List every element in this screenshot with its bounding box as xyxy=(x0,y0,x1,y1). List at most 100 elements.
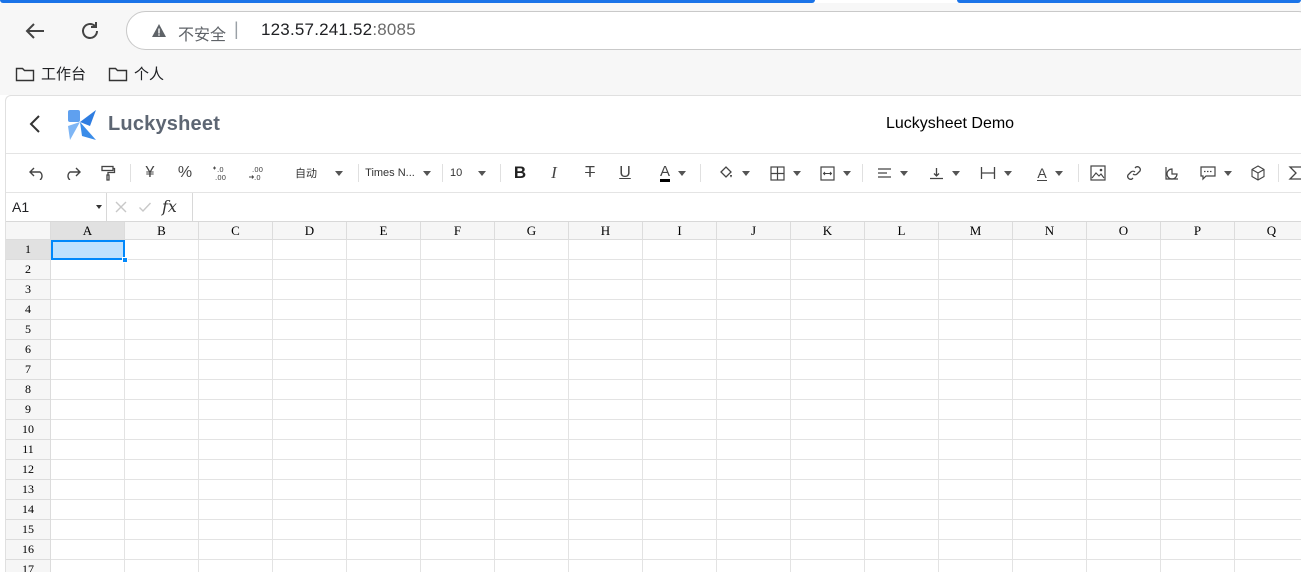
row-header[interactable]: 1 xyxy=(6,240,51,260)
fill-color-dropdown[interactable] xyxy=(712,154,756,192)
cell-area[interactable] xyxy=(51,240,1301,572)
column-header[interactable]: B xyxy=(125,222,199,240)
column-header[interactable]: C xyxy=(199,222,273,240)
column-header[interactable]: N xyxy=(1013,222,1087,240)
vertical-align-dropdown[interactable] xyxy=(924,154,964,192)
url-host: 123.57.241.52 xyxy=(261,20,373,39)
column-header[interactable]: K xyxy=(791,222,865,240)
insert-image-button[interactable] xyxy=(1086,154,1110,192)
formula-bar: A1 fx xyxy=(6,193,1301,222)
column-header[interactable]: A xyxy=(51,222,125,240)
row-header[interactable]: 14 xyxy=(6,500,51,520)
font-family-dropdown[interactable]: Times N... xyxy=(362,154,434,192)
row-header[interactable]: 3 xyxy=(6,280,51,300)
row-header[interactable]: 13 xyxy=(6,480,51,500)
select-all-corner[interactable] xyxy=(6,222,51,240)
bold-button[interactable]: B xyxy=(508,154,532,192)
comment-dropdown[interactable] xyxy=(1196,154,1236,192)
toolbar-divider xyxy=(442,164,443,182)
document-title[interactable]: Luckysheet Demo xyxy=(886,115,1014,133)
increase-decimal-button[interactable]: .00.0 xyxy=(245,154,269,192)
column-header[interactable]: L xyxy=(865,222,939,240)
url-text[interactable]: 123.57.241.52:8085 xyxy=(261,20,416,40)
horizontal-align-dropdown[interactable] xyxy=(872,154,912,192)
row-header[interactable]: 9 xyxy=(6,400,51,420)
cell-name-box[interactable]: A1 xyxy=(6,193,107,221)
function-label[interactable]: fx xyxy=(162,197,177,216)
reload-button[interactable] xyxy=(74,15,106,47)
toolbar-divider xyxy=(862,164,863,182)
row-header[interactable]: 16 xyxy=(6,540,51,560)
sum-button[interactable] xyxy=(1288,154,1301,192)
cancel-icon[interactable] xyxy=(114,200,128,214)
folder-icon xyxy=(15,67,35,81)
row-header[interactable]: 6 xyxy=(6,340,51,360)
italic-button[interactable]: I xyxy=(542,154,566,192)
toolbar-divider xyxy=(1078,164,1079,182)
column-header[interactable]: D xyxy=(273,222,347,240)
text-rotation-dropdown[interactable]: A xyxy=(1028,154,1072,192)
text-color-dropdown[interactable]: A xyxy=(652,154,694,192)
security-label[interactable]: 不安全 xyxy=(178,21,226,45)
screenshot-button[interactable] xyxy=(1246,154,1270,192)
border-dropdown[interactable] xyxy=(764,154,806,192)
column-header[interactable]: I xyxy=(643,222,717,240)
url-port: :8085 xyxy=(372,20,416,39)
column-header[interactable]: G xyxy=(495,222,569,240)
row-header[interactable]: 2 xyxy=(6,260,51,280)
row-header[interactable]: 7 xyxy=(6,360,51,380)
confirm-icon[interactable] xyxy=(138,200,152,214)
text-rotation-label: A xyxy=(1037,164,1047,181)
row-header[interactable]: 17 xyxy=(6,560,51,572)
fill-handle[interactable] xyxy=(122,257,128,263)
percent-label: % xyxy=(177,164,193,181)
column-header[interactable]: H xyxy=(569,222,643,240)
format-painter-button[interactable] xyxy=(96,154,120,192)
spreadsheet-grid[interactable]: ABCDEFGHIJKLMNOPQ 1 2 3 4 5 6 7 8 9 10 11 12 13 14 15 1… xyxy=(6,222,1301,572)
percent-format-button[interactable]: % xyxy=(173,154,197,192)
row-header[interactable]: 10 xyxy=(6,420,51,440)
bookmark-label: 个人 xyxy=(134,66,165,83)
row-header[interactable]: 5 xyxy=(6,320,51,340)
column-header[interactable]: P xyxy=(1161,222,1235,240)
redo-button[interactable] xyxy=(60,154,84,192)
number-format-label: 自动 xyxy=(295,168,317,180)
bookmark-personal[interactable]: 个人 xyxy=(108,63,164,84)
chevron-down-icon xyxy=(742,170,750,176)
align-left-icon xyxy=(877,167,891,178)
column-header[interactable]: F xyxy=(421,222,495,240)
app-back-button[interactable] xyxy=(28,114,42,139)
column-header[interactable]: M xyxy=(939,222,1013,240)
row-header[interactable]: 12 xyxy=(6,460,51,480)
currency-format-button[interactable]: ¥ xyxy=(138,154,162,192)
decrease-decimal-button[interactable]: .0.00 xyxy=(209,154,233,192)
luckysheet-logo-icon xyxy=(68,110,96,140)
column-header[interactable]: O xyxy=(1087,222,1161,240)
toolbar-divider xyxy=(500,164,501,182)
increase-decimal-icon: .00.0 xyxy=(249,166,263,181)
text-wrap-icon xyxy=(980,167,996,179)
merge-cells-dropdown[interactable] xyxy=(814,154,856,192)
column-header[interactable]: J xyxy=(717,222,791,240)
number-format-dropdown[interactable]: 自动 xyxy=(286,154,352,192)
text-wrap-dropdown[interactable] xyxy=(976,154,1016,192)
insert-chart-button[interactable] xyxy=(1160,154,1184,192)
row-header[interactable]: 11 xyxy=(6,440,51,460)
address-bar[interactable]: 不安全 | 123.57.241.52:8085 xyxy=(126,11,1301,50)
underline-button[interactable]: U xyxy=(613,154,637,192)
bookmark-workbench[interactable]: 工作台 xyxy=(15,63,86,84)
toolbar-divider xyxy=(130,164,131,182)
folder-icon xyxy=(108,67,128,81)
arrow-left-icon xyxy=(25,23,44,39)
row-header[interactable]: 15 xyxy=(6,520,51,540)
back-button[interactable] xyxy=(19,15,51,47)
strikethrough-button[interactable]: T xyxy=(578,154,602,192)
row-header[interactable]: 8 xyxy=(6,380,51,400)
insert-link-button[interactable] xyxy=(1122,154,1146,192)
column-header[interactable]: E xyxy=(347,222,421,240)
column-header[interactable]: Q xyxy=(1235,222,1301,240)
font-size-dropdown[interactable]: 10 xyxy=(450,154,492,192)
undo-button[interactable] xyxy=(26,154,50,192)
row-header[interactable]: 4 xyxy=(6,300,51,320)
cell-selection[interactable] xyxy=(51,240,125,260)
